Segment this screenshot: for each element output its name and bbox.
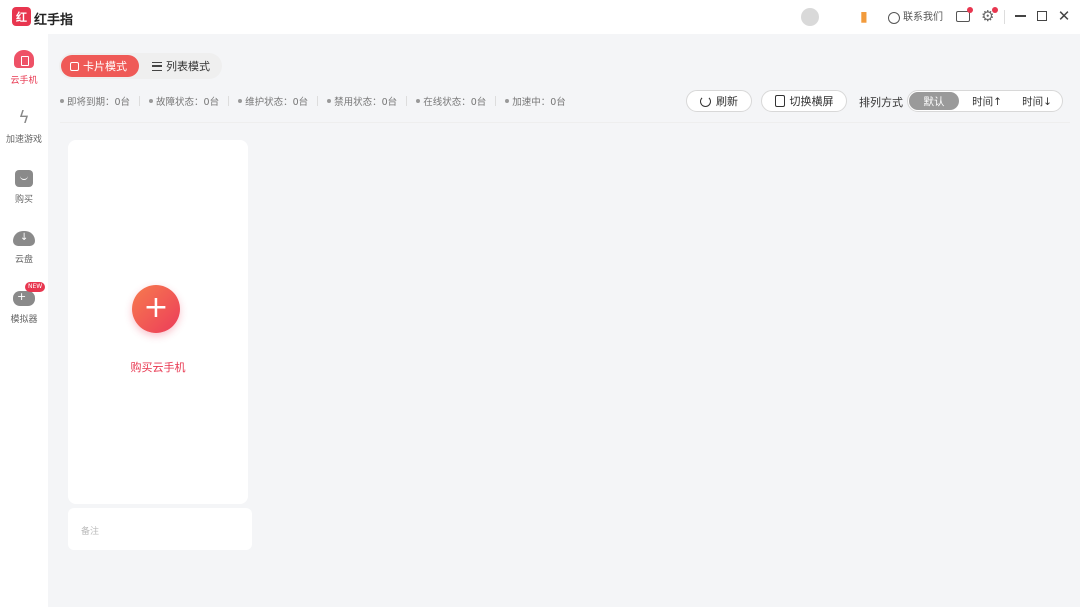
status-maintenance[interactable]: 维护状态：0台 [238, 94, 308, 108]
status-label: 加速中：0台 [512, 97, 566, 108]
status-label: 故障状态：0台 [156, 97, 220, 108]
minimize-button[interactable] [1012, 8, 1028, 24]
list-icon [152, 61, 162, 71]
minimize-icon [1014, 15, 1026, 17]
chat-icon [888, 12, 900, 24]
status-label: 维护状态：0台 [245, 97, 309, 108]
sidebar: 云手机 ϟ 加速游戏 购买 云盘 模拟器 NEW [0, 34, 48, 607]
sidebar-item-label: 云手机 [10, 76, 38, 86]
sort-time-asc-option[interactable]: 时间↑ [962, 92, 1012, 110]
close-button[interactable]: ✕ [1056, 7, 1072, 25]
card-grid-icon [70, 61, 79, 71]
status-fault[interactable]: 故障状态：0台 [149, 94, 219, 108]
sort-default-option[interactable]: 默认 [909, 92, 959, 110]
status-dot-icon [327, 99, 332, 103]
card-note-bar[interactable]: 备注 [68, 508, 252, 550]
close-icon: ✕ [1057, 7, 1071, 25]
sidebar-item-emulator[interactable]: 模拟器 NEW [0, 282, 48, 325]
refresh-label: 刷新 [716, 95, 738, 108]
cloud-download-icon [13, 230, 35, 246]
rotate-screen-icon [774, 95, 785, 107]
maximize-button[interactable] [1034, 8, 1050, 24]
sidebar-item-game-boost[interactable]: ϟ 加速游戏 [0, 108, 48, 145]
status-online[interactable]: 在线状态：0台 [416, 94, 486, 108]
status-label: 在线状态：0台 [423, 97, 487, 108]
status-divider [317, 96, 319, 106]
sidebar-item-purchase[interactable]: 购买 [0, 168, 48, 205]
buy-cloud-phone-card[interactable]: + 购买云手机 [68, 140, 248, 504]
status-dot-icon [416, 99, 421, 103]
sidebar-item-label: 购买 [14, 195, 33, 205]
sort-options: 默认 时间↑ 时间↓ [907, 90, 1063, 112]
card-mode-tab[interactable]: 卡片模式 [61, 55, 139, 77]
status-label: 禁用状态：0台 [334, 97, 398, 108]
refresh-icon [700, 95, 711, 107]
card-note-text: 备注 [81, 527, 100, 537]
gift-icon[interactable]: ▮ [860, 8, 868, 26]
user-avatar-icon[interactable] [801, 8, 819, 26]
bolt-icon: ϟ [18, 108, 30, 128]
title-bar: 红 红手指 ▮ 联系我们 ⚙ ✕ [0, 0, 1080, 34]
status-dot-icon [238, 99, 243, 103]
status-dot-icon [60, 99, 64, 103]
sidebar-item-label: 模拟器 [10, 315, 38, 325]
maximize-icon [1037, 11, 1047, 21]
switch-orientation-button[interactable]: 切换横屏 [761, 90, 847, 112]
plus-icon: + [143, 290, 169, 325]
sort-time-desc-option[interactable]: 时间↓ [1012, 92, 1062, 110]
settings-unread-dot [992, 7, 998, 13]
titlebar-divider [1004, 10, 1005, 24]
sidebar-item-cloud-phone[interactable]: 云手机 [0, 49, 48, 86]
cloud-phone-icon [14, 50, 34, 68]
message-unread-dot [967, 7, 973, 13]
sort-label: 排列方式 [859, 96, 903, 109]
sidebar-item-label: 加速游戏 [5, 135, 42, 145]
contact-us-button[interactable]: 联系我们 [888, 9, 943, 27]
status-disabled[interactable]: 禁用状态：0台 [327, 94, 397, 108]
status-dot-icon [149, 99, 154, 103]
list-mode-label: 列表模式 [166, 60, 210, 73]
status-divider [406, 96, 408, 106]
gamepad-icon [13, 290, 35, 306]
toolbar-divider [60, 122, 1070, 123]
status-expiring[interactable]: 即将到期：0台 [60, 94, 130, 108]
status-divider [139, 96, 141, 106]
status-boosting[interactable]: 加速中：0台 [505, 94, 566, 108]
switch-orientation-label: 切换横屏 [789, 95, 834, 108]
new-badge: NEW [25, 282, 46, 292]
card-mode-label: 卡片模式 [83, 60, 127, 73]
sidebar-item-label: 云盘 [14, 255, 33, 265]
status-divider [228, 96, 230, 106]
list-mode-tab[interactable]: 列表模式 [143, 55, 221, 77]
refresh-button[interactable]: 刷新 [686, 90, 752, 112]
status-dot-icon [505, 99, 510, 103]
sidebar-item-cloud-drive[interactable]: 云盘 [0, 228, 48, 265]
app-name: 红手指 [34, 13, 74, 28]
contact-us-label: 联系我们 [903, 12, 943, 23]
status-label: 即将到期：0台 [67, 97, 131, 108]
device-status-summary: 即将到期：0台 故障状态：0台 维护状态：0台 禁用状态：0台 在线状态：0台 … [60, 94, 566, 108]
buy-cloud-phone-label: 购买云手机 [130, 361, 186, 374]
add-button[interactable]: + [132, 285, 180, 333]
view-mode-toggle: 卡片模式 列表模式 [59, 53, 222, 79]
shopping-bag-icon [15, 169, 33, 187]
status-divider [495, 96, 497, 106]
app-logo: 红 [12, 7, 31, 26]
